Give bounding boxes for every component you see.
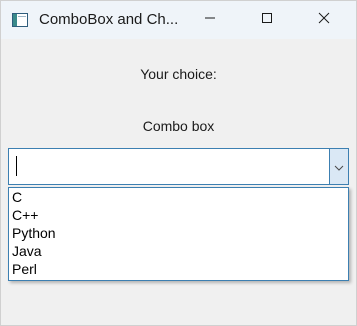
- minimize-icon: [204, 11, 216, 29]
- maximize-icon: [261, 11, 273, 29]
- choice-label: Your choice:: [140, 66, 217, 82]
- main-window: ComboBox and Ch... Your choice: Combo bo…: [0, 0, 357, 326]
- dropdown-item-c[interactable]: C: [9, 188, 348, 206]
- title-bar[interactable]: ComboBox and Ch...: [1, 1, 356, 39]
- combo-dropdown-list[interactable]: C C++ Python Java Perl: [8, 187, 349, 281]
- minimize-button[interactable]: [187, 1, 233, 39]
- close-button[interactable]: [301, 1, 347, 39]
- combo-box-input[interactable]: [9, 149, 329, 184]
- window-title: ComboBox and Ch...: [39, 11, 179, 28]
- chevron-down-icon: [334, 158, 344, 176]
- text-caret: [16, 156, 17, 176]
- close-icon: [318, 11, 330, 29]
- dropdown-item-cpp[interactable]: C++: [9, 206, 348, 224]
- window-app-icon: [12, 12, 28, 28]
- dropdown-item-python[interactable]: Python: [9, 224, 348, 242]
- combo-dropdown-button[interactable]: [329, 149, 348, 184]
- language-combo-box[interactable]: [8, 148, 349, 185]
- dropdown-item-java[interactable]: Java: [9, 242, 348, 260]
- dropdown-item-perl[interactable]: Perl: [9, 260, 348, 278]
- maximize-button[interactable]: [244, 1, 290, 39]
- combo-box-label: Combo box: [142, 118, 215, 134]
